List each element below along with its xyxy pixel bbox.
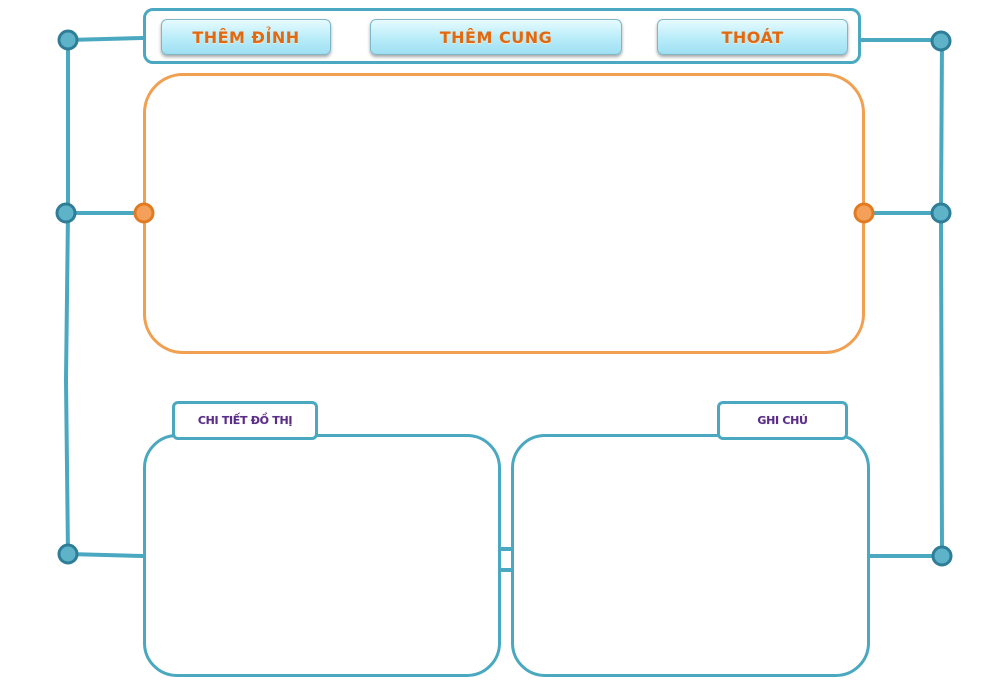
toolbar: THÊM ĐỈNH THÊM CUNG THOÁT	[143, 8, 861, 64]
add-vertex-button[interactable]: THÊM ĐỈNH	[161, 19, 331, 55]
node-mid-right	[930, 202, 952, 224]
notes-title: GHI CHÚ	[717, 401, 848, 440]
graph-details-title: CHI TIẾT ĐỒ THỊ	[172, 401, 318, 440]
right-rail	[938, 39, 944, 558]
notes-panel	[511, 434, 870, 677]
add-edge-button[interactable]: THÊM CUNG	[370, 19, 622, 55]
node-mid-left	[55, 202, 77, 224]
node-top-right	[930, 30, 952, 52]
exit-button[interactable]: THOÁT	[657, 19, 848, 55]
graph-canvas[interactable]	[143, 73, 865, 354]
wire-bottom-left	[66, 552, 145, 558]
left-rail	[63, 38, 70, 556]
node-bottom-right	[931, 545, 953, 567]
node-top-left	[57, 29, 79, 51]
graph-details-panel	[143, 434, 501, 677]
wire-top-left	[66, 36, 145, 42]
node-bottom-left	[57, 543, 79, 565]
